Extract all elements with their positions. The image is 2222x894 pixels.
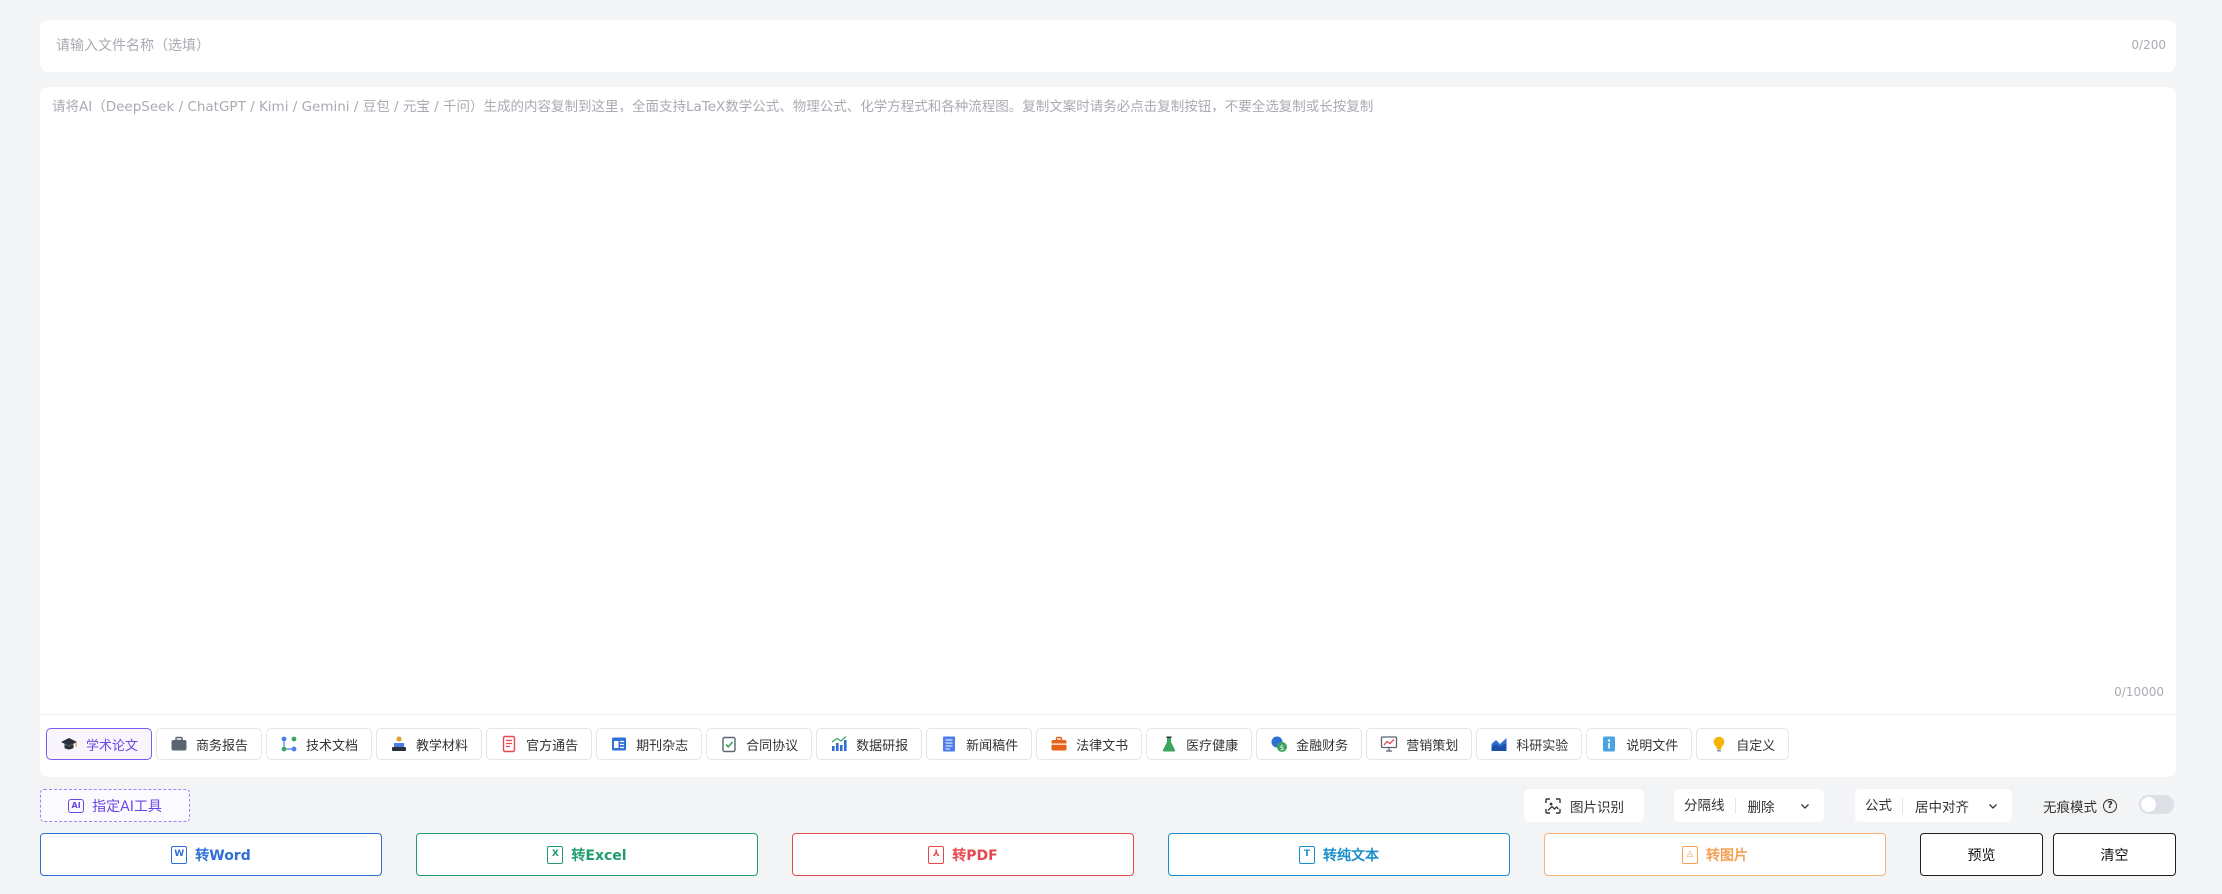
convert-plain-text-label: 转纯文本 [1323, 847, 1379, 864]
template-label: 数据研报 [856, 738, 909, 754]
convert-excel-label: 转Excel [571, 847, 627, 864]
question-help-icon[interactable]: ? [2103, 799, 2117, 813]
image-recognition-label: 图片识别 [1570, 799, 1624, 816]
formula-align-select[interactable]: 公式 居中对齐 [1855, 789, 2012, 822]
template-label: 说明文件 [1626, 738, 1679, 754]
template-label: 营销策划 [1406, 738, 1459, 754]
template-label: 法律文书 [1076, 738, 1129, 754]
template-finance[interactable]: $ 金融财务 [1256, 728, 1363, 760]
content-char-counter: 0/10000 [2114, 685, 2164, 699]
template-label: 新闻稿件 [966, 738, 1019, 754]
template-marketing-plan[interactable]: 营销策划 [1366, 728, 1473, 760]
template-news-article[interactable]: 新闻稿件 [926, 728, 1033, 760]
template-instructions[interactable]: 说明文件 [1586, 728, 1693, 760]
formula-select-label: 公式 [1855, 797, 1903, 814]
template-business-report[interactable]: 商务报告 [156, 728, 263, 760]
text-file-icon: T [1299, 845, 1315, 864]
template-custom[interactable]: 自定义 [1696, 728, 1790, 760]
filename-input[interactable] [56, 20, 2096, 72]
image-recognition-button[interactable]: 图片识别 [1524, 789, 1644, 822]
convert-pdf-label: 转PDF [952, 847, 998, 864]
template-official-notice[interactable]: 官方通告 [486, 728, 593, 760]
toggle-knob [2141, 797, 2156, 812]
template-label: 期刊杂志 [636, 738, 689, 754]
chevron-down-icon [1989, 803, 1997, 809]
filename-field: 0/200 [40, 20, 2176, 72]
template-label: 科研实验 [1516, 738, 1569, 754]
trace-mode-label-group: 无痕模式 ? [2043, 796, 2117, 816]
clear-button[interactable]: 清空 [2053, 833, 2176, 876]
template-label: 金融财务 [1296, 738, 1349, 754]
coins-icon: $ [1270, 735, 1288, 753]
template-label: 学术论文 [86, 738, 139, 754]
convert-excel-button[interactable]: X 转Excel [416, 833, 758, 876]
newspaper-icon [940, 735, 958, 753]
trace-mode-toggle[interactable] [2139, 795, 2174, 814]
svg-text:$: $ [1280, 744, 1284, 752]
template-tech-doc[interactable]: 技术文档 [266, 728, 373, 760]
template-contract[interactable]: 合同协议 [706, 728, 813, 760]
template-data-report[interactable]: 数据研报 [816, 728, 923, 760]
content-editor-card: 0/10000 学术论文 商务报告 技术文档 [40, 87, 2176, 777]
graduation-cap-icon [60, 735, 78, 753]
convert-plain-text-button[interactable]: T 转纯文本 [1168, 833, 1510, 876]
briefcase-icon [170, 735, 188, 753]
specify-ai-tool-button[interactable]: AI 指定AI工具 [40, 789, 190, 822]
template-label: 商务报告 [196, 738, 249, 754]
template-label: 合同协议 [746, 738, 799, 754]
template-label: 技术文档 [306, 738, 359, 754]
legal-case-icon [1050, 735, 1068, 753]
template-medical-health[interactable]: 医疗健康 [1146, 728, 1253, 760]
divider-select-label: 分隔线 [1674, 797, 1736, 814]
template-label: 医疗健康 [1186, 738, 1239, 754]
filename-char-counter: 0/200 [2131, 38, 2166, 52]
preview-button[interactable]: 预览 [1920, 833, 2043, 876]
convert-image-label: 转图片 [1706, 847, 1748, 864]
template-legal-document[interactable]: 法律文书 [1036, 728, 1143, 760]
podium-icon [390, 735, 408, 753]
divider-select[interactable]: 分隔线 删除 [1674, 789, 1824, 822]
template-journal[interactable]: 期刊杂志 [596, 728, 703, 760]
excel-file-icon: X [547, 845, 564, 864]
convert-image-button[interactable]: ◬ 转图片 [1544, 833, 1886, 876]
convert-word-label: 转Word [195, 847, 251, 864]
presentation-icon [1380, 735, 1398, 753]
clipboard-check-icon [720, 735, 738, 753]
template-teaching-material[interactable]: 教学材料 [376, 728, 483, 760]
editor-divider [40, 714, 2176, 715]
pdf-file-icon: ⅄ [928, 845, 945, 864]
template-label: 官方通告 [526, 738, 579, 754]
area-chart-icon [1490, 735, 1508, 753]
divider-select-value[interactable]: 删除 [1736, 796, 1799, 816]
template-list: 学术论文 商务报告 技术文档 教学材料 官方通告 期刊杂志 合同协议 数据研报 … [46, 728, 1790, 762]
ai-chip-icon: AI [68, 798, 85, 813]
template-label: 教学材料 [416, 738, 469, 754]
nodes-icon [280, 735, 298, 753]
specify-ai-tool-label: 指定AI工具 [92, 798, 162, 815]
template-research-experiment[interactable]: 科研实验 [1476, 728, 1583, 760]
image-file-icon: ◬ [1682, 845, 1698, 864]
word-file-icon: W [171, 845, 188, 864]
template-label: 自定义 [1736, 738, 1776, 754]
convert-word-button[interactable]: W 转Word [40, 833, 382, 876]
flask-icon [1160, 735, 1178, 753]
info-doc-icon [1600, 735, 1618, 753]
convert-pdf-button[interactable]: ⅄ 转PDF [792, 833, 1134, 876]
image-scan-icon [1545, 797, 1561, 814]
magazine-icon [610, 735, 628, 753]
app-root: 0/200 0/10000 学术论文 商务报告 [0, 0, 2222, 894]
trace-mode-label: 无痕模式 [2043, 800, 2097, 816]
content-textarea[interactable] [52, 97, 2162, 687]
lightbulb-icon [1710, 735, 1728, 753]
template-academic-paper[interactable]: 学术论文 [46, 728, 153, 760]
chevron-down-icon [1801, 803, 1809, 809]
formula-select-value[interactable]: 居中对齐 [1903, 796, 1986, 816]
bar-chart-icon [830, 735, 848, 753]
notice-icon [500, 735, 518, 753]
